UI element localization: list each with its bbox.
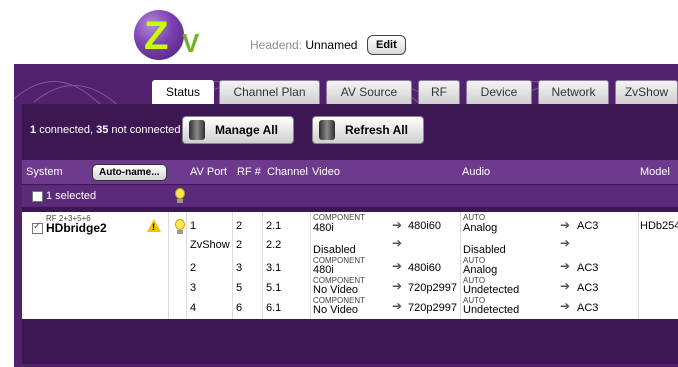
video-output: 720p2997 (408, 302, 457, 314)
tab-av-source[interactable]: AV Source (326, 80, 412, 104)
audio-output: AC3 (577, 262, 599, 274)
lightbulb-icon[interactable] (173, 188, 187, 204)
audio-input: Analog (463, 264, 498, 276)
rf-number: 2 (236, 220, 243, 232)
selection-row: 1 selected (22, 185, 678, 207)
av-port: 1 (190, 220, 197, 232)
audio-input: Undetected (463, 304, 520, 316)
video-output: 720p2997 (408, 282, 457, 294)
video-input: No Video (313, 284, 359, 296)
selected-count: 1 selected (46, 190, 97, 202)
zv-logo: Z V (134, 10, 208, 66)
not-connected-word: not connected (111, 124, 181, 136)
connected-word: connected, (39, 124, 94, 136)
video-input: No Video (313, 304, 359, 316)
tab-rf[interactable]: RF (418, 80, 460, 104)
channel: 2.1 (266, 220, 282, 232)
video-input: 480i (313, 264, 334, 276)
arrow-right-icon: ➔ (392, 299, 403, 313)
select-all-checkbox[interactable] (32, 191, 43, 202)
header-audio: Audio (462, 166, 491, 178)
arrow-right-icon: ➔ (560, 279, 571, 293)
arrow-right-icon: ➔ (392, 259, 403, 273)
device-icon (319, 120, 335, 140)
arrow-right-icon: ➔ (560, 218, 571, 232)
refresh-all-label: Refresh All (345, 123, 408, 137)
video-input: 480i (313, 222, 334, 234)
tab-status[interactable]: Status (152, 80, 214, 104)
rf-number: 3 (236, 262, 243, 274)
audio-input: Undetected (463, 284, 520, 296)
channel: 3.1 (266, 262, 282, 274)
logo-v: V (182, 28, 200, 58)
arrow-right-icon: ➔ (560, 236, 571, 250)
rf-number: 2 (236, 239, 243, 251)
manage-all-button[interactable]: Manage All (182, 116, 294, 144)
rf-number: 6 (236, 302, 243, 314)
connection-toolbar: 1 connected, 35 not connected Manage All… (22, 112, 678, 148)
tab-zvshow[interactable]: ZvShow (615, 80, 678, 104)
tab-device[interactable]: Device (466, 80, 532, 104)
device-model: HDb254 (640, 220, 678, 232)
video-output: 480i60 (408, 220, 442, 232)
av-port: 3 (190, 282, 197, 294)
av-port: 4 (190, 302, 197, 314)
header-model: Model (640, 166, 670, 178)
lightbulb-icon[interactable] (173, 219, 187, 235)
av-port: 2 (190, 262, 197, 274)
device-checkbox[interactable] (32, 221, 43, 234)
device-icon (189, 120, 205, 140)
headend-label: Headend: (250, 38, 303, 52)
audio-input: Disabled (463, 244, 506, 256)
headend-name: Unnamed (305, 38, 358, 52)
logo-z: Z (144, 14, 169, 58)
arrow-right-icon: ➔ (560, 259, 571, 273)
header-video: Video (312, 166, 340, 178)
arrow-right-icon: ➔ (392, 279, 403, 293)
video-output: 480i60 (408, 262, 442, 274)
not-connected-count: 35 (96, 124, 109, 136)
header-channel: Channel (267, 166, 308, 178)
headend-title: Headend: Unnamed (250, 38, 357, 52)
manage-all-label: Manage All (215, 123, 278, 137)
connected-count: 1 (30, 124, 37, 136)
audio-output: AC3 (577, 282, 599, 294)
header-av-port: AV Port (190, 166, 228, 178)
audio-type: AUTO (463, 213, 486, 222)
auto-name-button[interactable]: Auto-name... (92, 164, 167, 181)
refresh-all-button[interactable]: Refresh All (312, 116, 424, 144)
arrow-right-icon: ➔ (392, 218, 403, 232)
tab-channel-plan[interactable]: Channel Plan (219, 80, 320, 104)
video-input: Disabled (313, 244, 356, 256)
top-bar: Z V Headend: Unnamed Edit (0, 0, 678, 66)
header-system: System (26, 166, 63, 178)
device-name[interactable]: HDbridge2 (46, 221, 107, 235)
arrow-right-icon: ➔ (560, 299, 571, 313)
av-port: ZvShow (190, 239, 230, 251)
tab-network[interactable]: Network (538, 80, 609, 104)
audio-input: Analog (463, 222, 498, 234)
audio-output: AC3 (577, 302, 599, 314)
edit-button[interactable]: Edit (367, 35, 406, 55)
connection-summary: 1 connected, 35 not connected (30, 124, 181, 136)
rf-number: 5 (236, 282, 243, 294)
video-type: COMPONENT (313, 213, 365, 222)
channel: 6.1 (266, 302, 282, 314)
audio-output: AC3 (577, 220, 599, 232)
header-rf: RF # (237, 166, 261, 178)
channel: 5.1 (266, 282, 282, 294)
arrow-right-icon: ➔ (392, 236, 403, 250)
channel: 2.2 (266, 239, 282, 251)
